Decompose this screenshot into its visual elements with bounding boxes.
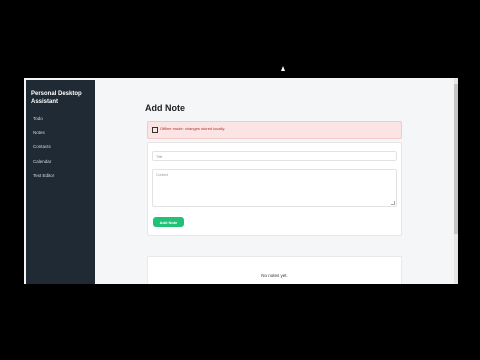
note-form: Title Content Add Note — [147, 142, 402, 236]
sidebar-item-calendar[interactable]: Calendar — [33, 159, 51, 164]
scrollbar-thumb[interactable] — [454, 84, 458, 234]
app-window: Personal Desktop Assistant Todo Notes Co… — [24, 78, 458, 284]
page-title: Add Note — [145, 103, 185, 113]
resize-handle-icon[interactable] — [391, 201, 395, 205]
title-input[interactable]: Title — [152, 151, 397, 161]
offline-alert: Offline mode: changes stored locally. — [147, 121, 402, 139]
sidebar: Personal Desktop Assistant Todo Notes Co… — [26, 80, 95, 284]
empty-state-text: No notes yet. — [261, 273, 288, 278]
mouse-cursor-icon — [281, 66, 285, 71]
content-placeholder: Content — [156, 173, 169, 177]
notes-list: No notes yet. — [147, 256, 402, 284]
app-title: Personal Desktop Assistant — [31, 91, 82, 105]
sidebar-item-notes[interactable]: Notes — [33, 130, 45, 135]
sidebar-item-contacts[interactable]: Contacts — [33, 144, 51, 149]
checkbox-icon — [152, 127, 158, 133]
content-textarea[interactable]: Content — [152, 169, 397, 207]
add-note-button[interactable]: Add Note — [153, 217, 184, 227]
alert-text: Offline mode: changes stored locally. — [160, 126, 226, 131]
sidebar-item-text-editor[interactable]: Text Editor — [33, 173, 54, 178]
scrollbar[interactable] — [454, 78, 458, 284]
main-content: Add Note Offline mode: changes stored lo… — [95, 78, 450, 284]
sidebar-item-todo[interactable]: Todo — [33, 116, 43, 121]
